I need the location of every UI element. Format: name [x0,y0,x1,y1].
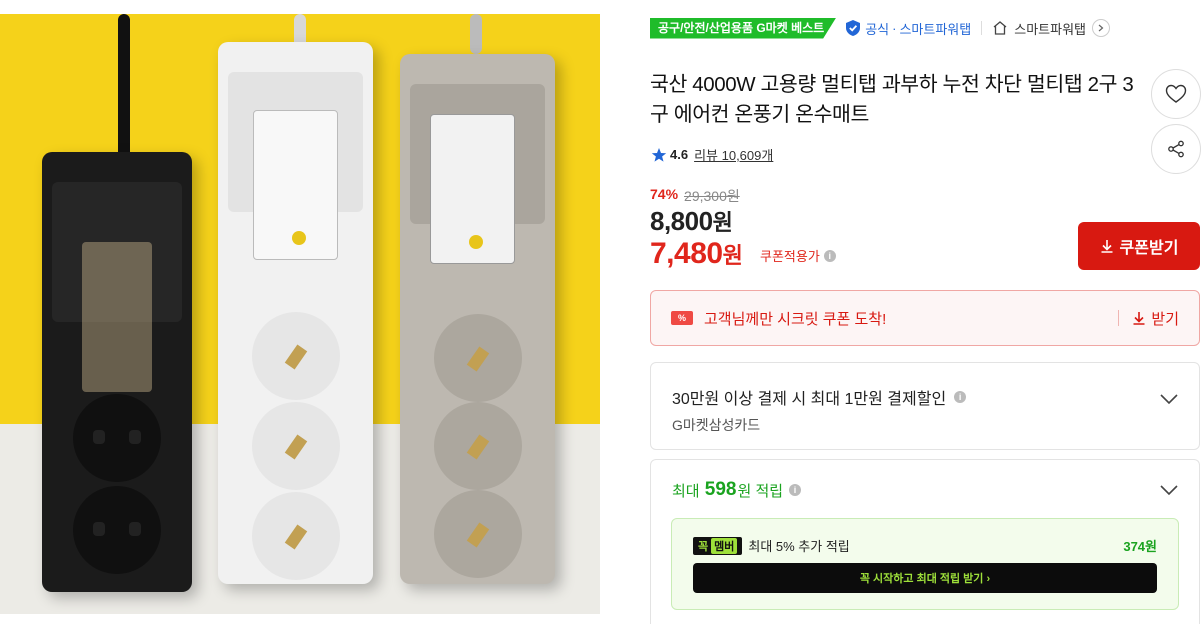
points-panel: 최대 598 원 적립 i 꼭 멤버 최대 5% 추가 적립 374원 꼭 시작하고… [650,459,1200,624]
official-shop-name: 스마트파워탭 [899,21,972,37]
gray-socket-2 [433,402,522,490]
member-benefit-box: 꼭 멤버 최대 5% 추가 적립 374원 꼭 시작하고 최대 적립 받기 › [671,518,1179,610]
black-socket-1 [73,394,161,482]
gray-socket-1 [433,314,522,402]
member-badge-main: 꼭 [698,540,709,553]
secret-coupon-receive-button[interactable]: 받기 [1132,308,1179,329]
gray-cord [470,14,482,54]
info-icon[interactable]: i [954,391,967,403]
member-start-button[interactable]: 꼭 시작하고 최대 적립 받기 › [693,563,1157,593]
card-name: G마켓삼성카드 [672,417,761,433]
member-badge: 꼭 멤버 [693,536,743,555]
white-socket-1 [251,312,340,400]
secret-coupon-receive-label: 받기 [1151,310,1179,328]
original-price: 29,300원 [684,188,740,204]
share-icon [1168,140,1184,158]
points-title: 최대 598 원 적립 i [672,479,802,501]
badge-divider [981,21,983,35]
coupon-price: 7,480원 [650,237,743,271]
sale-price-unit: 원 [712,210,733,235]
official-separator: · [892,20,897,36]
official-label: 공식 [865,21,890,37]
black-socket-2 [73,486,161,574]
heart-icon [1165,84,1187,103]
chevron-down-icon[interactable] [1160,393,1178,405]
card-discount-title: 30만원 이상 결제 시 최대 1만원 결제할인 i [672,385,967,409]
points-prefix: 최대 [672,482,700,500]
product-title: 국산 4000W 고용량 멀티탭 과부하 누전 차단 멀티탭 2구 3구 에어컨… [650,73,1134,126]
points-suffix: 원 적립 [737,482,784,500]
secret-coupon-banner[interactable]: % 고객님께만 시크릿 쿠폰 도착! 받기 [650,290,1200,346]
official-shop-badge[interactable]: 공식 · 스마트파워탭 [846,19,971,38]
coupon-applied-text: 쿠폰적용가 [760,249,820,264]
black-power-strip [42,152,192,592]
download-icon [1101,240,1113,253]
member-benefit-row: 꼭 멤버 최대 5% 추가 적립 374원 [693,536,1157,555]
shield-check-icon [846,20,861,36]
wishlist-button[interactable] [1151,69,1201,119]
star-icon [651,147,667,162]
info-icon[interactable]: i [789,484,802,496]
member-benefit-text: 최대 5% 추가 적립 [748,539,850,554]
coupon-applied-label: 쿠폰적용가 i [760,246,836,265]
download-icon [1133,312,1145,325]
product-image [0,14,600,614]
black-cord [118,14,130,174]
white-socket-3 [251,492,340,580]
rating-row: 4.6 리뷰 10,609개 [651,145,773,164]
black-breaker [82,242,152,392]
gray-power-strip [400,54,555,584]
card-discount-panel[interactable]: 30만원 이상 결제 시 최대 1만원 결제할인 i G마켓삼성카드 [650,362,1200,450]
coupon-ticket-icon: % [671,311,693,325]
shop-link-label: 스마트파워탭 [1014,21,1086,37]
badges-row: 공구/안전/산업용품 G마켓 베스트 공식 · 스마트파워탭 스마트파워탭 [650,17,1110,39]
secret-coupon-divider [1118,310,1119,326]
home-icon [993,21,1007,35]
white-power-strip [218,42,373,584]
card-discount-text: 30만원 이상 결제 시 최대 1만원 결제할인 [672,391,947,408]
rating-score: 4.6 [670,147,689,162]
points-amount: 598 [704,479,737,500]
share-button[interactable] [1151,124,1201,174]
sale-price-value: 8,800 [650,206,713,236]
chevron-right-icon [1092,19,1110,37]
get-coupon-label: 쿠폰받기 [1119,240,1179,257]
coupon-price-unit: 원 [722,243,743,268]
info-icon[interactable]: i [823,249,836,262]
shop-link[interactable]: 스마트파워탭 [992,19,1110,38]
secret-coupon-text: 고객님께만 시크릿 쿠폰 도착! [704,310,887,328]
discount-rate: 74% [650,186,679,202]
gray-breaker [430,114,515,264]
review-link[interactable]: 리뷰 10,609개 [694,145,773,164]
get-coupon-button[interactable]: 쿠폰받기 [1078,222,1200,270]
gray-socket-3 [433,490,522,578]
coupon-price-value: 7,480 [650,237,723,270]
white-breaker [253,110,338,260]
white-socket-2 [251,402,340,490]
member-benefit-amount: 374원 [1123,539,1157,554]
category-best-badge[interactable]: 공구/안전/산업용품 G마켓 베스트 [650,17,837,39]
member-badge-sub: 멤버 [711,537,738,554]
sale-price: 8,800원 [650,205,733,237]
discount-row: 74% 29,300원 [650,186,740,206]
chevron-down-icon[interactable] [1160,484,1178,496]
